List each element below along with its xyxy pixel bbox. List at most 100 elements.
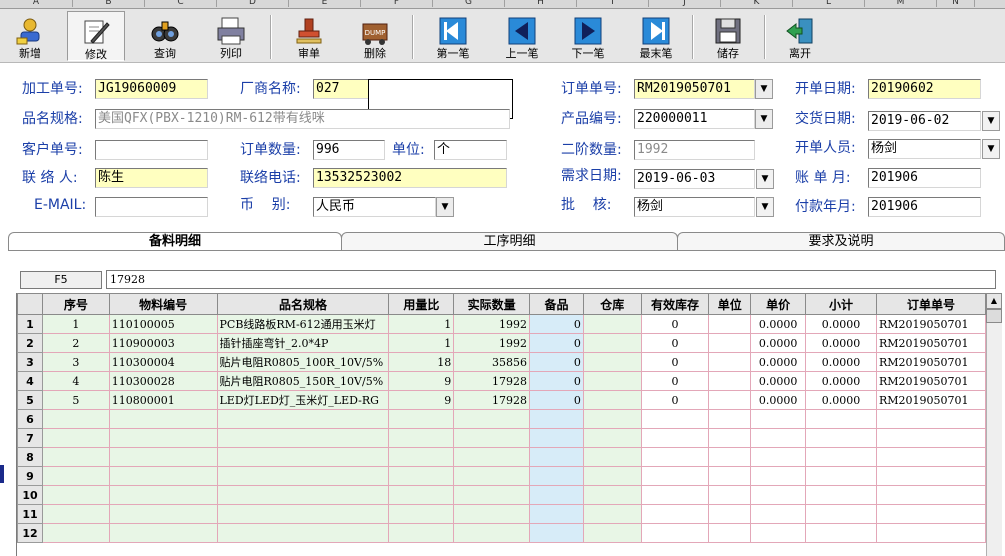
process-no-field[interactable]: JG19060009 — [95, 79, 208, 99]
cell-spare[interactable]: 0 — [529, 314, 584, 334]
cell-sub[interactable]: 0.0000 — [805, 371, 877, 391]
cell-reference-box[interactable]: F5 — [20, 271, 102, 289]
cell-spec[interactable]: 贴片电阻R0805_100R_10V/5% — [217, 352, 390, 372]
row-header[interactable]: 10 — [17, 485, 43, 505]
cell-sub[interactable] — [805, 409, 877, 429]
cell-price[interactable] — [750, 485, 807, 505]
cell-stock[interactable]: 0 — [641, 352, 710, 372]
cell-unit[interactable] — [708, 352, 752, 372]
cell-spec[interactable] — [217, 504, 390, 524]
cell-spec[interactable] — [217, 447, 390, 467]
cell-seq[interactable] — [42, 409, 110, 429]
cell-seq[interactable] — [42, 504, 110, 524]
row-header[interactable]: 12 — [17, 523, 43, 543]
cell-ratio[interactable]: 9 — [388, 390, 455, 410]
cell-seq[interactable] — [42, 523, 110, 543]
cell-qty[interactable] — [453, 447, 531, 467]
cell-order[interactable]: RM2019050701 — [876, 314, 986, 334]
cell-stock[interactable] — [641, 409, 710, 429]
cell-qty[interactable]: 35856 — [453, 352, 531, 372]
toolbar-button-9[interactable]: 下一笔 — [560, 11, 616, 61]
cell-qty[interactable] — [453, 485, 531, 505]
customer-no-field[interactable] — [95, 140, 208, 160]
cell-price[interactable] — [750, 428, 807, 448]
cell-qty[interactable] — [453, 409, 531, 429]
tab-process-detail[interactable]: 工序明细 — [341, 232, 678, 250]
cell-unit[interactable] — [708, 523, 752, 543]
cell-ratio[interactable] — [388, 409, 455, 429]
cell-price[interactable]: 0.0000 — [750, 314, 807, 334]
cell-spec[interactable] — [217, 523, 390, 543]
table-row[interactable]: 12 — [17, 523, 986, 543]
cell-unit[interactable] — [708, 371, 752, 391]
cell-sub[interactable]: 0.0000 — [805, 352, 877, 372]
cell-sub[interactable] — [805, 428, 877, 448]
cell-code[interactable]: 110800001 — [109, 390, 218, 410]
cell-ratio[interactable] — [388, 523, 455, 543]
tab-requirements[interactable]: 要求及说明 — [677, 232, 1005, 250]
cell-seq[interactable]: 5 — [42, 390, 110, 410]
cell-unit[interactable] — [708, 390, 752, 410]
cell-spec[interactable]: 贴片电阻R0805_150R_10V/5% — [217, 371, 390, 391]
cell-unit[interactable] — [708, 333, 752, 353]
cell-price[interactable] — [750, 447, 807, 467]
cell-unit[interactable] — [708, 428, 752, 448]
row-header[interactable]: 5 — [17, 390, 43, 410]
product-no-dropdown-button[interactable]: ▼ — [755, 109, 773, 129]
row-header[interactable]: 4 — [17, 371, 43, 391]
toolbar-button-2[interactable]: 修改 — [67, 11, 125, 61]
cell-spec[interactable] — [217, 428, 390, 448]
cell-spec[interactable] — [217, 409, 390, 429]
row-header[interactable]: 2 — [17, 333, 43, 353]
cell-spare[interactable] — [529, 523, 584, 543]
cell-stock[interactable]: 0 — [641, 333, 710, 353]
phone-field[interactable]: 13532523002 — [313, 168, 507, 188]
cell-unit[interactable] — [708, 409, 752, 429]
cell-qty[interactable]: 17928 — [453, 390, 531, 410]
cell-wh[interactable] — [583, 466, 642, 486]
toolbar-button-6[interactable]: DUMP 删除 — [345, 11, 405, 61]
cell-wh[interactable] — [583, 352, 642, 372]
cell-ratio[interactable]: 9 — [388, 371, 455, 391]
cell-unit[interactable] — [708, 466, 752, 486]
cell-stock[interactable]: 0 — [641, 371, 710, 391]
row-header[interactable]: 9 — [17, 466, 43, 486]
cell-order[interactable] — [876, 447, 986, 467]
cell-price[interactable]: 0.0000 — [750, 333, 807, 353]
cell-spare[interactable] — [529, 409, 584, 429]
column-header[interactable]: 品名规格 — [216, 293, 390, 315]
bill-month-field[interactable]: 201906 — [868, 168, 981, 188]
demand-date-field[interactable]: 2019-06-03 — [634, 169, 755, 189]
column-header[interactable]: 物料编号 — [108, 293, 218, 315]
cell-wh[interactable] — [583, 371, 642, 391]
currency-field[interactable]: 人民币 — [313, 197, 436, 217]
cell-sub[interactable] — [805, 447, 877, 467]
table-row[interactable]: 11 — [17, 504, 986, 524]
cell-wh[interactable] — [583, 447, 642, 467]
cell-code[interactable]: 110300028 — [109, 371, 218, 391]
cell-sub[interactable]: 0.0000 — [805, 314, 877, 334]
creator-field[interactable]: 杨剑 — [868, 139, 981, 159]
cell-spec[interactable] — [217, 485, 390, 505]
cell-order[interactable] — [876, 523, 986, 543]
creator-dropdown-button[interactable]: ▼ — [982, 139, 1000, 159]
cell-seq[interactable]: 2 — [42, 333, 110, 353]
cell-qty[interactable] — [453, 428, 531, 448]
cell-stock[interactable] — [641, 466, 710, 486]
cell-unit[interactable] — [708, 314, 752, 334]
cell-code[interactable]: 110900003 — [109, 333, 218, 353]
cell-price[interactable]: 0.0000 — [750, 352, 807, 372]
column-header[interactable]: 备品 — [529, 293, 584, 315]
cell-stock[interactable] — [641, 428, 710, 448]
spec-field[interactable]: 美国QFX(PBX-1210)RM-612带有线咪 — [95, 109, 510, 129]
cell-spare[interactable]: 0 — [529, 352, 584, 372]
row-header[interactable]: 8 — [17, 447, 43, 467]
cell-seq[interactable] — [42, 485, 110, 505]
toolbar-button-10[interactable]: 最末笔 — [628, 11, 684, 61]
vendor-field[interactable]: 027 — [313, 79, 371, 99]
cell-order[interactable]: RM2019050701 — [876, 371, 986, 391]
order-no-field[interactable]: RM2019050701 — [634, 79, 755, 99]
column-header[interactable]: 小计 — [805, 293, 877, 315]
toolbar-button-3[interactable]: 查询 — [135, 11, 195, 61]
cell-order[interactable]: RM2019050701 — [876, 333, 986, 353]
